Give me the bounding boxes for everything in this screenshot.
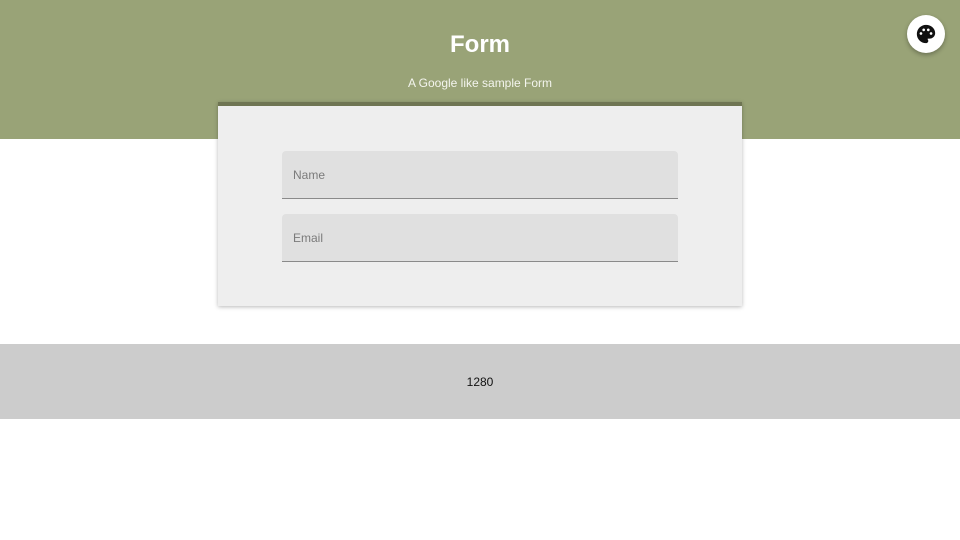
- name-input[interactable]: [282, 151, 678, 198]
- footer-text: 1280: [466, 374, 494, 389]
- name-field[interactable]: [282, 151, 678, 199]
- email-input[interactable]: [282, 214, 678, 261]
- theme-palette-button[interactable]: [907, 15, 945, 53]
- page-subtitle: A Google like sample Form: [407, 76, 553, 90]
- email-field[interactable]: [282, 214, 678, 262]
- page-title: Form: [450, 31, 510, 58]
- footer: 1280: [0, 344, 960, 419]
- palette-icon: [916, 24, 936, 44]
- form-card: [218, 102, 742, 306]
- page: Form A Google like sample Form 1280: [0, 0, 960, 540]
